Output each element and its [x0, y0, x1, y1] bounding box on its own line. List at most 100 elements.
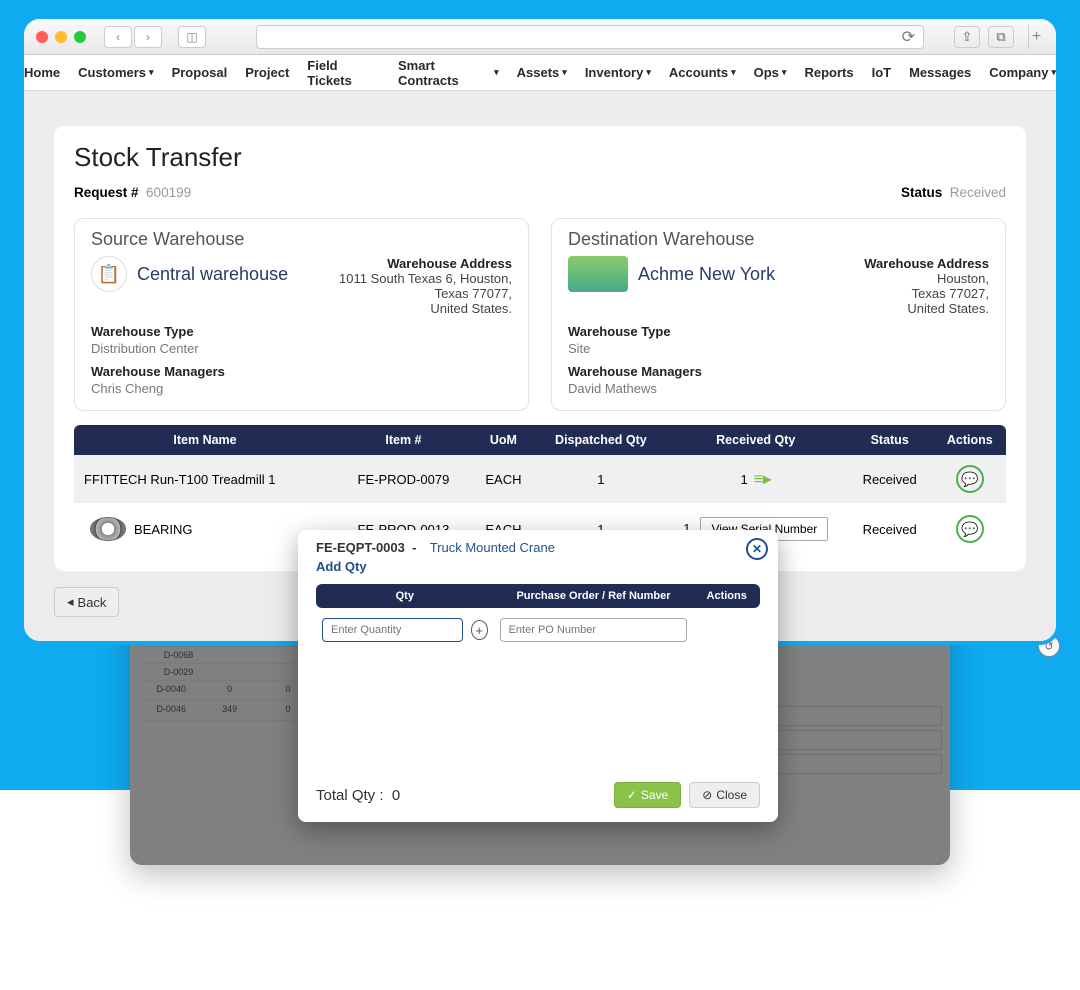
item-status: Received	[846, 455, 934, 504]
item-status: Received	[846, 504, 934, 554]
chevron-down-icon: ▾	[782, 67, 787, 78]
nav-reports[interactable]: Reports	[804, 65, 853, 80]
close-button[interactable]: ⊘Close	[689, 782, 760, 808]
nav-project[interactable]: Project	[245, 65, 289, 80]
address-line: United States.	[339, 301, 512, 316]
back-button[interactable]: ◂Back	[54, 587, 119, 617]
page-title: Stock Transfer	[74, 142, 1006, 173]
close-window-icon[interactable]	[36, 31, 48, 43]
address-line: Texas 77027,	[864, 286, 989, 301]
browser-back-button[interactable]: ‹	[104, 26, 132, 48]
type-label: Warehouse Type	[91, 324, 512, 339]
warehouse-image	[568, 256, 628, 292]
check-icon: ✓	[627, 788, 637, 802]
nav-customers[interactable]: Customers▾	[78, 65, 153, 80]
url-bar[interactable]: ⟳	[256, 25, 924, 49]
window-controls	[36, 31, 86, 43]
item-uom: EACH	[471, 455, 536, 504]
request-label: Request #	[74, 185, 139, 200]
type-label: Warehouse Type	[568, 324, 989, 339]
destination-warehouse-panel: Destination Warehouse Achme New York War…	[551, 218, 1006, 411]
reload-icon[interactable]: ⟳	[902, 27, 915, 47]
warehouse-icon: 📋	[91, 256, 127, 292]
col-dispatched: Dispatched Qty	[536, 425, 666, 455]
qty-table: Qty Purchase Order / Ref Number Actions …	[316, 584, 760, 652]
cancel-icon: ⊘	[702, 788, 712, 802]
col-qty: Qty	[316, 584, 494, 608]
source-section-title: Source Warehouse	[91, 229, 512, 250]
quantity-input[interactable]	[322, 618, 463, 642]
address-line: 1011 South Texas 6, Houston,	[339, 271, 512, 286]
chat-icon[interactable]: 💬	[956, 465, 984, 493]
nav-company[interactable]: Company▾	[989, 65, 1056, 80]
destination-warehouse-name[interactable]: Achme New York	[638, 264, 775, 285]
address-line: Houston,	[864, 271, 989, 286]
item-name: BEARING	[134, 522, 193, 537]
item-name: FFITTECH Run-T100 Treadmill 1	[74, 455, 336, 504]
new-tab-button[interactable]: +	[1028, 25, 1044, 49]
chevron-left-icon: ◂	[67, 594, 74, 610]
col-uom: UoM	[471, 425, 536, 455]
col-actions: Actions	[934, 425, 1006, 455]
nav-messages[interactable]: Messages	[909, 65, 971, 80]
col-status: Status	[846, 425, 934, 455]
status-value: Received	[950, 185, 1006, 200]
tabs-icon[interactable]: ⧉	[988, 26, 1014, 48]
nav-accounts[interactable]: Accounts▾	[669, 65, 736, 80]
table-row: FFITTECH Run-T100 Treadmill 1 FE-PROD-00…	[74, 455, 1006, 504]
destination-section-title: Destination Warehouse	[568, 229, 989, 250]
type-value: Site	[568, 341, 989, 356]
chevron-down-icon: ▾	[149, 67, 154, 78]
managers-label: Warehouse Managers	[568, 364, 989, 379]
share-icon[interactable]: ⇪	[954, 26, 980, 48]
received-qty: 1≡▸	[666, 455, 846, 504]
item-number: FE-PROD-0079	[336, 455, 471, 504]
col-actions: Actions	[693, 584, 760, 608]
nav-proposal[interactable]: Proposal	[172, 65, 228, 80]
address-label: Warehouse Address	[339, 256, 512, 271]
sidebar-toggle-icon[interactable]: ◫	[178, 26, 206, 48]
chevron-down-icon: ▾	[494, 67, 499, 78]
managers-label: Warehouse Managers	[91, 364, 512, 379]
nav-smart-contracts[interactable]: Smart Contracts▾	[398, 58, 499, 88]
address-label: Warehouse Address	[864, 256, 989, 271]
col-received: Received Qty	[666, 425, 846, 455]
source-warehouse-name[interactable]: Central warehouse	[137, 264, 288, 285]
modal-subtitle: Add Qty	[316, 559, 760, 574]
address-line: Texas 77077,	[339, 286, 512, 301]
po-number-input[interactable]	[500, 618, 688, 642]
nav-iot[interactable]: IoT	[872, 65, 892, 80]
save-button[interactable]: ✓Save	[614, 782, 681, 808]
browser-forward-button[interactable]: ›	[134, 26, 162, 48]
managers-value: Chris Cheng	[91, 381, 512, 396]
col-item-no: Item #	[336, 425, 471, 455]
browser-titlebar: ‹ › ◫ ⟳ ⇪ ⧉ +	[24, 19, 1056, 55]
source-warehouse-panel: Source Warehouse 📋 Central warehouse War…	[74, 218, 529, 411]
nav-home[interactable]: Home	[24, 65, 60, 80]
managers-value: David Mathews	[568, 381, 989, 396]
chevron-down-icon: ▾	[646, 67, 651, 78]
chat-icon[interactable]: 💬	[956, 515, 984, 543]
chevron-down-icon: ▾	[562, 67, 567, 78]
modal-title: FE-EQPT-0003 - Truck Mounted Crane	[316, 540, 760, 555]
close-modal-button[interactable]: ✕	[746, 538, 768, 560]
add-qty-modal: ✕ FE-EQPT-0003 - Truck Mounted Crane Add…	[298, 530, 778, 822]
col-po: Purchase Order / Ref Number	[494, 584, 694, 608]
nav-field-tickets[interactable]: Field Tickets	[307, 58, 380, 88]
maximize-window-icon[interactable]	[74, 31, 86, 43]
minimize-window-icon[interactable]	[55, 31, 67, 43]
address-line: United States.	[864, 301, 989, 316]
add-row-button[interactable]: +	[471, 620, 488, 640]
main-card: Stock Transfer Request # 600199 Status R…	[54, 126, 1026, 571]
chevron-down-icon: ▾	[1051, 67, 1056, 78]
receipt-icon[interactable]: ≡▸	[754, 469, 771, 489]
nav-assets[interactable]: Assets▾	[517, 65, 567, 80]
col-item-name: Item Name	[74, 425, 336, 455]
main-nav: Home Customers▾ Proposal Project Field T…	[24, 55, 1056, 91]
total-qty: Total Qty : 0	[316, 787, 400, 804]
bearing-icon	[90, 517, 126, 541]
nav-ops[interactable]: Ops▾	[754, 65, 787, 80]
nav-inventory[interactable]: Inventory▾	[585, 65, 651, 80]
chevron-down-icon: ▾	[731, 67, 736, 78]
status-label: Status	[901, 185, 942, 200]
